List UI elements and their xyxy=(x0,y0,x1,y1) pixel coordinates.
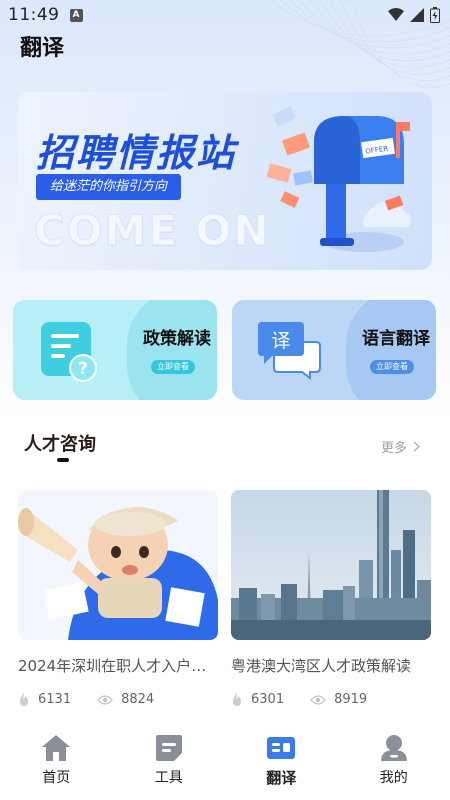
tab-translate[interactable]: 翻译 xyxy=(241,733,321,800)
article-card[interactable]: 2024年深圳在职人才入户政策 6131 8824 xyxy=(18,490,218,707)
flame-icon xyxy=(233,692,241,706)
article-stats: 6131 8824 xyxy=(18,692,218,707)
translate-glyph: 译 xyxy=(271,330,290,352)
views-count: 8824 xyxy=(121,692,155,707)
banner-subtitle: 给迷茫的你指引方向 xyxy=(36,174,182,200)
likes-stat: 6301 xyxy=(231,692,284,707)
status-time: 11:49 xyxy=(8,5,60,25)
banner-title: 招聘情报站 xyxy=(36,131,237,175)
battery-icon xyxy=(430,7,440,23)
policy-view-button[interactable]: 立即查看 xyxy=(151,360,195,374)
profile-icon xyxy=(380,735,407,761)
page-title: 翻译 xyxy=(20,36,65,61)
article-title: 粤港澳大湾区人才政策解读 xyxy=(231,657,412,675)
document-question-icon: ? xyxy=(41,322,97,382)
tab-tools[interactable]: 工具 xyxy=(129,733,209,800)
language-translation-card[interactable]: 译 语言翻译 立即查看 xyxy=(232,300,436,400)
likes-count: 6301 xyxy=(251,692,285,707)
more-link[interactable]: 更多 xyxy=(381,437,421,456)
tab-profile-label: 我的 xyxy=(379,770,408,786)
card-decoration xyxy=(127,300,217,400)
views-stat: 8824 xyxy=(97,692,154,707)
flame-icon xyxy=(20,692,28,706)
section-title: 人才咨询 xyxy=(24,434,96,455)
tab-home-label: 首页 xyxy=(42,770,71,786)
article-title: 2024年深圳在职人才入户政策 xyxy=(18,657,218,675)
bottom-tab-bar: 首页 工具 翻译 我的 xyxy=(0,725,450,800)
article-thumbnail xyxy=(231,490,431,640)
more-link-label: 更多 xyxy=(381,441,408,456)
views-stat: 8919 xyxy=(310,692,367,707)
recruitment-banner[interactable]: 招聘情报站 给迷茫的你指引方向 COME ON OFFER xyxy=(18,92,432,270)
mailbox-illustration: OFFER xyxy=(266,106,411,252)
status-icons xyxy=(388,7,440,23)
translate-chat-icon: 译 xyxy=(258,322,321,380)
home-icon xyxy=(42,735,71,761)
tab-tools-label: 工具 xyxy=(154,770,183,786)
article-stats: 6301 8919 xyxy=(231,692,431,707)
section-title-indicator xyxy=(57,458,69,462)
article-card[interactable]: 粤港澳大湾区人才政策解读 6301 8919 xyxy=(231,490,431,707)
likes-count: 6131 xyxy=(38,692,72,707)
eye-icon xyxy=(97,694,113,705)
policy-card-label: 政策解读 xyxy=(143,329,211,349)
wifi-icon xyxy=(388,8,404,21)
article-thumbnail xyxy=(18,490,218,640)
city-skyline-photo xyxy=(231,490,431,640)
status-bar: 11:49 A xyxy=(0,0,450,30)
card-decoration xyxy=(346,300,436,400)
signal-icon xyxy=(410,8,424,22)
tab-profile[interactable]: 我的 xyxy=(354,733,434,800)
notification-badge-icon: A xyxy=(69,8,83,22)
policy-interpretation-card[interactable]: ? 政策解读 立即查看 xyxy=(13,300,217,400)
chevron-right-icon xyxy=(413,441,421,452)
translate-icon xyxy=(267,737,296,759)
tab-home[interactable]: 首页 xyxy=(16,733,96,800)
likes-stat: 6131 xyxy=(18,692,71,707)
tools-icon xyxy=(155,735,182,761)
views-count: 8919 xyxy=(334,692,368,707)
banner-tagline: COME ON xyxy=(34,206,271,256)
megaphone-child-illustration xyxy=(18,490,218,640)
tab-translate-label: 翻译 xyxy=(266,769,297,787)
translate-card-label: 语言翻译 xyxy=(362,329,430,349)
svg-text:?: ? xyxy=(78,359,88,379)
eye-icon xyxy=(310,694,326,705)
translate-view-button[interactable]: 立即查看 xyxy=(370,360,414,374)
